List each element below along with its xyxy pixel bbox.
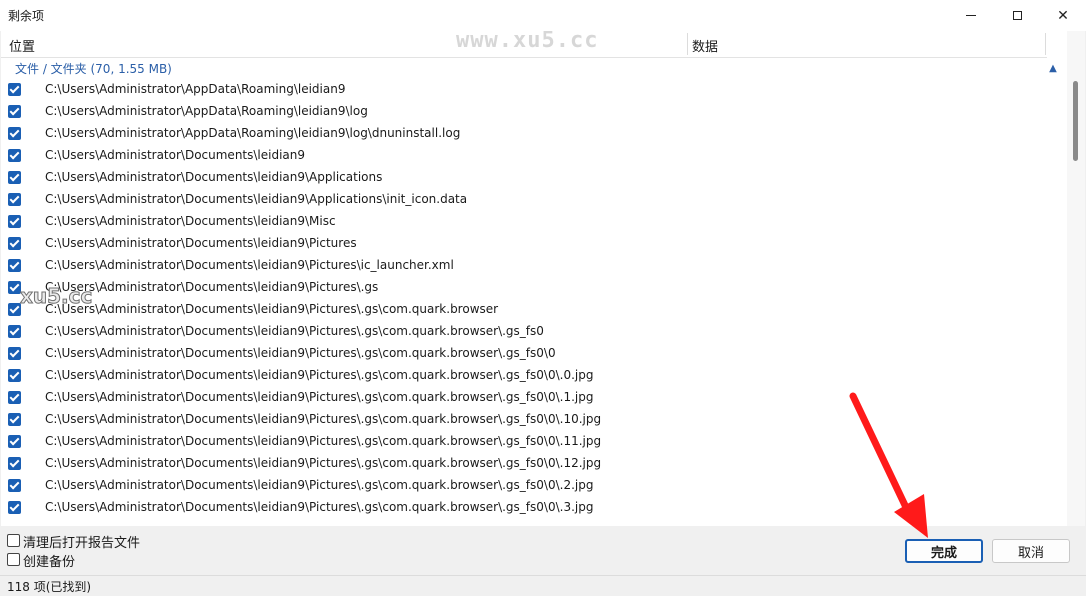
column-header-data[interactable]: 数据 — [692, 36, 718, 55]
item-path: C:\Users\Administrator\Documents\leidian… — [45, 236, 357, 250]
item-checkbox[interactable] — [8, 83, 21, 96]
list-item[interactable]: C:\Users\Administrator\Documents\leidian… — [1, 497, 1067, 519]
item-path: C:\Users\Administrator\AppData\Roaming\l… — [45, 82, 346, 96]
list-item[interactable]: C:\Users\Administrator\Documents\leidian… — [1, 189, 1067, 211]
list-item[interactable]: C:\Users\Administrator\Documents\leidian… — [1, 475, 1067, 497]
maximize-icon — [1012, 11, 1022, 20]
close-button[interactable]: ✕ — [1040, 0, 1086, 31]
list-item[interactable]: C:\Users\Administrator\Documents\leidian… — [1, 255, 1067, 277]
item-path: C:\Users\Administrator\AppData\Roaming\l… — [45, 104, 368, 118]
list-item[interactable]: C:\Users\Administrator\Documents\leidian… — [1, 233, 1067, 255]
list-item[interactable]: C:\Users\Administrator\Documents\leidian… — [1, 145, 1067, 167]
bottom-panel: 清理后打开报告文件 创建备份 完成 取消 — [0, 527, 1086, 575]
list-header: 位置 数据 www.xu5.cc — [1, 31, 1047, 58]
item-path: C:\Users\Administrator\Documents\leidian… — [45, 412, 602, 426]
item-checkbox[interactable] — [8, 171, 21, 184]
item-checkbox[interactable] — [8, 391, 21, 404]
list-item[interactable]: C:\Users\Administrator\Documents\leidian… — [1, 409, 1067, 431]
open-report-label: 清理后打开报告文件 — [23, 536, 141, 551]
item-path: C:\Users\Administrator\Documents\leidian… — [45, 302, 499, 316]
item-path: C:\Users\Administrator\Documents\leidian… — [45, 214, 336, 228]
item-checkbox[interactable] — [8, 413, 21, 426]
maximize-button[interactable] — [994, 0, 1040, 31]
watermark-logo: xu5.cc — [19, 284, 93, 309]
list-item[interactable]: C:\Users\Administrator\Documents\leidian… — [1, 431, 1067, 453]
item-checkbox[interactable] — [8, 501, 21, 514]
item-path: C:\Users\Administrator\Documents\leidian… — [45, 280, 379, 294]
minimize-button[interactable] — [948, 0, 994, 31]
list-item[interactable]: C:\Users\Administrator\Documents\leidian… — [1, 343, 1067, 365]
create-backup-checkbox[interactable] — [7, 553, 20, 566]
item-path: C:\Users\Administrator\Documents\leidian… — [45, 434, 602, 448]
list-item[interactable]: C:\Users\Administrator\Documents\leidian… — [1, 365, 1067, 387]
list-item[interactable]: C:\Users\Administrator\Documents\leidian… — [1, 299, 1067, 321]
item-path: C:\Users\Administrator\Documents\leidian… — [45, 324, 544, 338]
item-path: C:\Users\Administrator\Documents\leidian… — [45, 148, 306, 162]
chevron-up-icon[interactable]: ▲ — [1047, 63, 1059, 75]
item-path: C:\Users\Administrator\AppData\Roaming\l… — [45, 126, 461, 140]
item-path: C:\Users\Administrator\Documents\leidian… — [45, 456, 602, 470]
item-path: C:\Users\Administrator\Documents\leidian… — [45, 170, 383, 184]
item-checkbox[interactable] — [8, 369, 21, 382]
item-checkbox[interactable] — [8, 237, 21, 250]
scrollbar-thumb[interactable] — [1073, 81, 1078, 161]
item-checkbox[interactable] — [8, 325, 21, 338]
list-item[interactable]: C:\Users\Administrator\Documents\leidian… — [1, 453, 1067, 475]
title-bar: 剩余项 ✕ — [0, 0, 1086, 31]
list-item[interactable]: C:\Users\Administrator\AppData\Roaming\l… — [1, 79, 1067, 101]
item-path: C:\Users\Administrator\Documents\leidian… — [45, 368, 594, 382]
item-checkbox[interactable] — [8, 347, 21, 360]
item-checkbox[interactable] — [8, 149, 21, 162]
column-header-location[interactable]: 位置 — [9, 36, 35, 55]
list-item[interactable]: C:\Users\Administrator\AppData\Roaming\l… — [1, 101, 1067, 123]
item-checkbox[interactable] — [8, 479, 21, 492]
rows-container: C:\Users\Administrator\AppData\Roaming\l… — [1, 79, 1067, 519]
create-backup-label: 创建备份 — [23, 555, 76, 570]
item-checkbox[interactable] — [8, 215, 21, 228]
list-item[interactable]: C:\Users\Administrator\Documents\leidian… — [1, 277, 1067, 299]
item-path: C:\Users\Administrator\Documents\leidian… — [45, 258, 454, 272]
column-divider-end — [1045, 33, 1046, 55]
item-checkbox[interactable] — [8, 435, 21, 448]
window-title: 剩余项 — [8, 9, 45, 23]
list-item[interactable]: C:\Users\Administrator\Documents\leidian… — [1, 387, 1067, 409]
minimize-icon — [966, 15, 976, 16]
list-item[interactable]: C:\Users\Administrator\Documents\leidian… — [1, 211, 1067, 233]
item-checkbox[interactable] — [8, 127, 21, 140]
item-path: C:\Users\Administrator\Documents\leidian… — [45, 500, 594, 514]
leftovers-list[interactable]: 位置 数据 www.xu5.cc 文件 / 文件夹 (70, 1.55 MB) … — [1, 31, 1085, 526]
item-checkbox[interactable] — [8, 457, 21, 470]
item-checkbox[interactable] — [8, 259, 21, 272]
status-text: 118 项(已找到) — [7, 580, 92, 594]
open-report-checkbox[interactable] — [7, 534, 20, 547]
item-path: C:\Users\Administrator\Documents\leidian… — [45, 478, 594, 492]
finish-button[interactable]: 完成 — [905, 539, 983, 563]
item-path: C:\Users\Administrator\Documents\leidian… — [45, 390, 594, 404]
item-checkbox[interactable] — [8, 105, 21, 118]
list-item[interactable]: C:\Users\Administrator\Documents\leidian… — [1, 167, 1067, 189]
item-checkbox[interactable] — [8, 193, 21, 206]
status-bar: 118 项(已找到) — [0, 575, 1086, 596]
close-icon: ✕ — [1057, 7, 1069, 24]
column-divider[interactable] — [687, 33, 688, 55]
item-path: C:\Users\Administrator\Documents\leidian… — [45, 192, 468, 206]
list-item[interactable]: C:\Users\Administrator\Documents\leidian… — [1, 321, 1067, 343]
cancel-button[interactable]: 取消 — [992, 539, 1070, 563]
item-path: C:\Users\Administrator\Documents\leidian… — [45, 346, 556, 360]
group-header-files[interactable]: 文件 / 文件夹 (70, 1.55 MB) — [15, 60, 172, 77]
list-item[interactable]: C:\Users\Administrator\AppData\Roaming\l… — [1, 123, 1067, 145]
watermark-text: www.xu5.cc — [456, 31, 599, 53]
